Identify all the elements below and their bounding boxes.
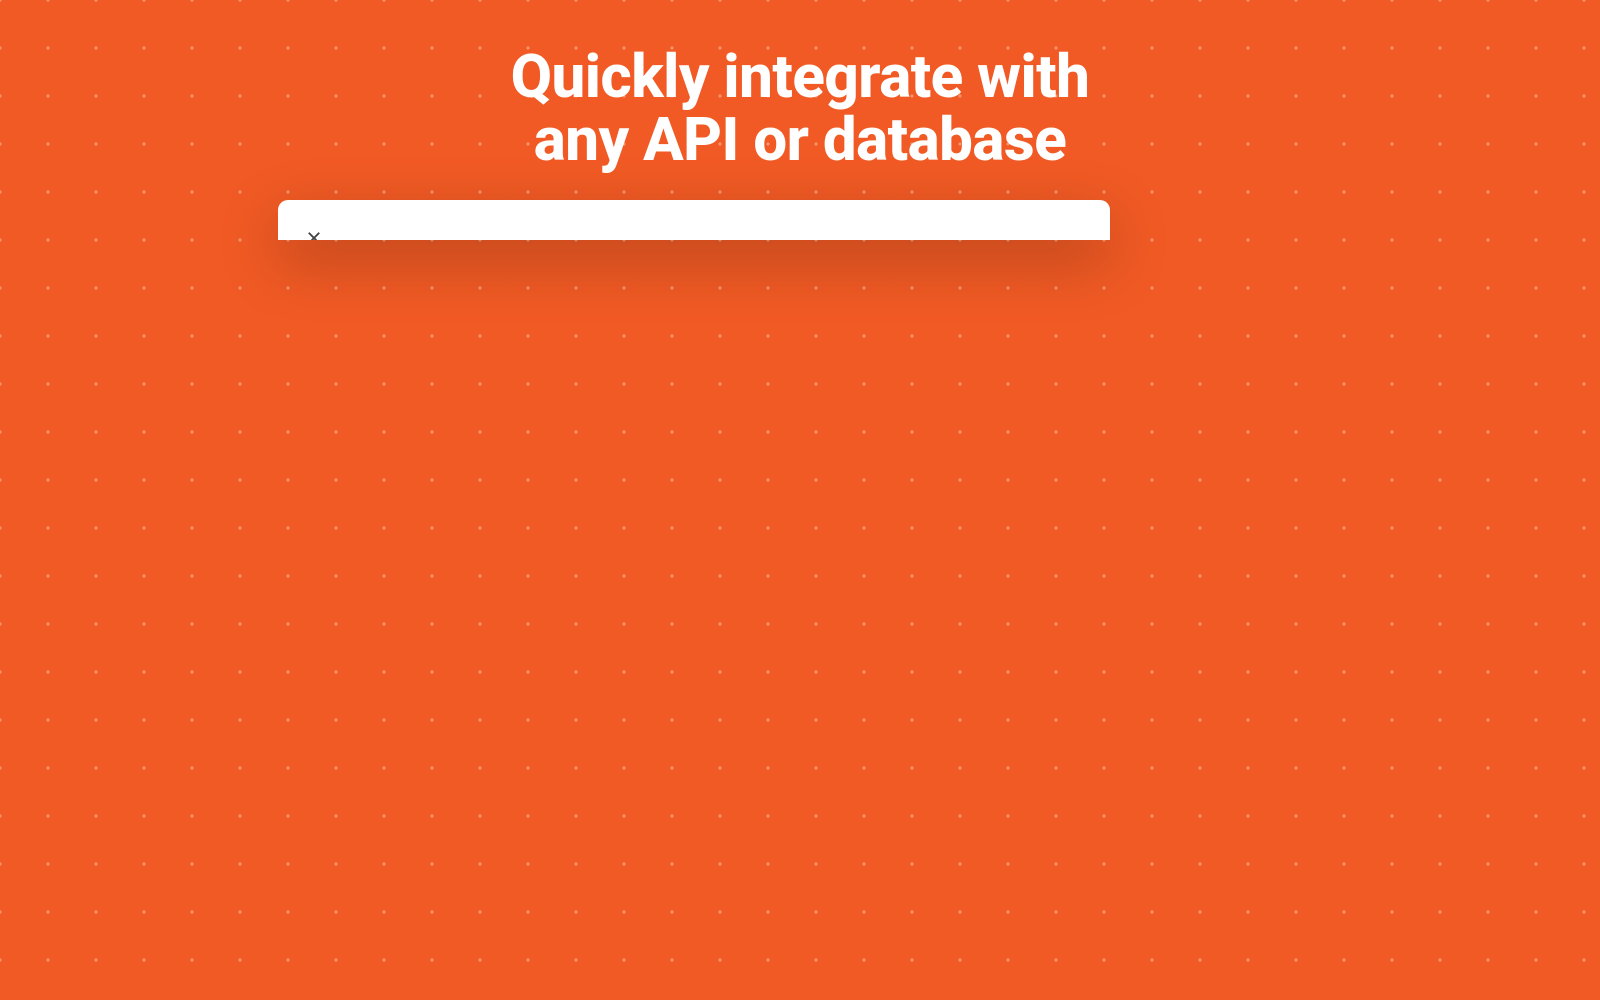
headline-line-1: Quickly integrate with — [0, 45, 1600, 108]
headline-line-2: any API or database — [0, 108, 1600, 171]
promo-canvas: Quickly integrate with any API or databa… — [0, 0, 1600, 1000]
close-button[interactable] — [300, 224, 328, 240]
headline: Quickly integrate with any API or databa… — [0, 45, 1600, 171]
close-icon — [305, 229, 323, 240]
datasource-modal: Select a datasource to query or create a… — [278, 200, 1110, 240]
